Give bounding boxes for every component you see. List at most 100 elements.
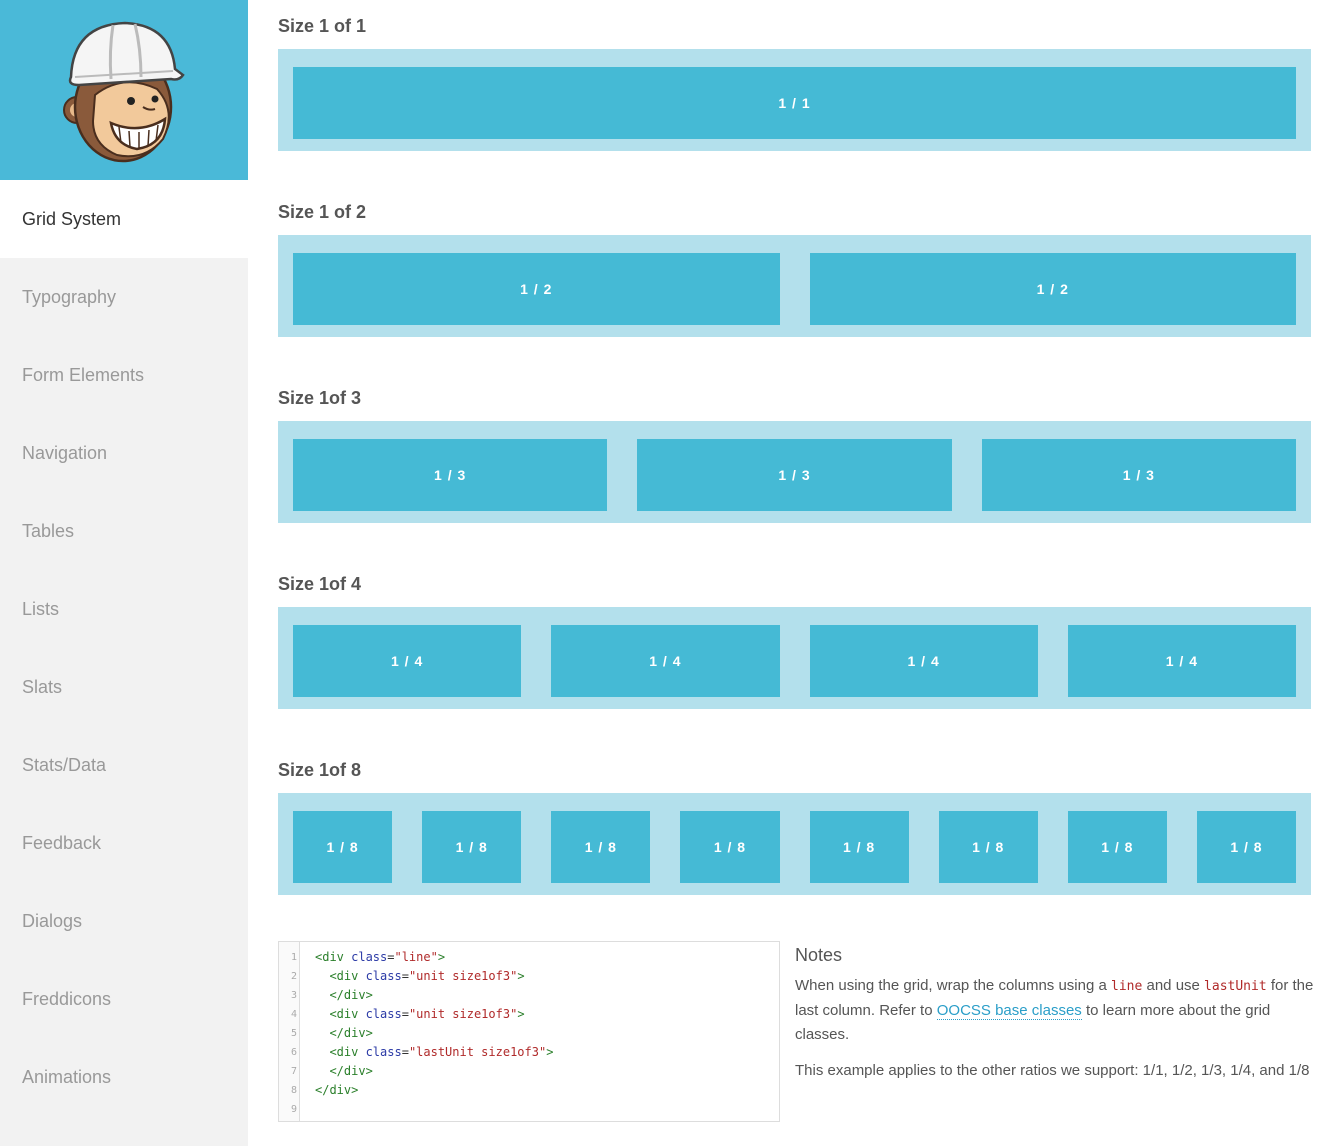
code-token: <div [329, 969, 366, 983]
notes-panel: Notes When using the grid, wrap the colu… [795, 941, 1325, 1083]
oocss-link[interactable]: OOCSS base classes [936, 1002, 1082, 1020]
notes-paragraph-2: This example applies to the other ratios… [795, 1062, 1310, 1079]
sidebar-item-slats[interactable]: Slats [0, 648, 248, 726]
code-line: 6 <div class="lastUnit size1of3"> [279, 1043, 779, 1062]
grid-unit: 1 / 8 [422, 811, 522, 883]
code-token: class [351, 950, 388, 964]
code-token: "unit size1of3" [408, 969, 518, 983]
code-token: <div [329, 1007, 366, 1021]
sidebar-item-tables[interactable]: Tables [0, 492, 248, 570]
sidebar-item-animations[interactable]: Animations [0, 1038, 248, 1116]
grid-section-2: Size 1 of 2 1 / 2 1 / 2 [278, 200, 1312, 337]
code-example: 1 <div class="line"> 2 <div class="unit si… [278, 941, 780, 1122]
sidebar-item-form-elements[interactable]: Form Elements [0, 336, 248, 414]
section-title: Size 1of 3 [278, 388, 362, 408]
code-line: 3 </div> [279, 986, 779, 1005]
sidebar-nav: Grid System Typography Form Elements Naviga… [0, 180, 248, 1116]
code-token: > [546, 1045, 554, 1059]
code-token: <div [329, 1045, 366, 1059]
code-line: 9 [279, 1100, 779, 1119]
sidebar-item-feedback[interactable]: Feedback [0, 804, 248, 882]
code-line: 4 <div class="unit size1of3"> [279, 1005, 779, 1024]
code-source: </div> [315, 1062, 373, 1081]
notes-text: When using the grid, wrap the columns us… [795, 977, 1112, 994]
code-line: 5 </div> [279, 1024, 779, 1043]
sidebar-item-freddicons[interactable]: Freddicons [0, 960, 248, 1038]
code-source: </div> [315, 1024, 373, 1043]
sidebar-item-lists[interactable]: Lists [0, 570, 248, 648]
code-token: </div> [329, 1064, 373, 1078]
code-token: "line" [394, 950, 438, 964]
line-number: 2 [290, 971, 297, 982]
section-title: Size 1of 8 [278, 760, 362, 780]
grid-unit: 1 / 8 [551, 811, 651, 883]
grid-unit: 1 / 1 [293, 67, 1296, 139]
section-title: Size 1of 4 [278, 574, 362, 594]
code-source: </div> [315, 1081, 358, 1100]
section-title: Size 1 of 1 [278, 16, 367, 36]
grid-section-3: Size 1of 3 1 / 3 1 / 3 1 / 3 [278, 386, 1312, 523]
code-source: </div> [315, 986, 373, 1005]
grid-unit: 1 / 8 [1067, 811, 1167, 883]
sidebar-item-grid-system[interactable]: Grid System [0, 180, 248, 258]
grid-unit: 1 / 8 [938, 811, 1038, 883]
grid-unit: 1 / 4 [1067, 625, 1296, 697]
code-token: </div> [329, 1026, 373, 1040]
grid-row: 1 / 3 1 / 3 1 / 3 [278, 421, 1311, 523]
code-token: "unit size1of3" [408, 1007, 518, 1021]
notes-text: and use [1142, 977, 1205, 994]
grid-unit: 1 / 4 [809, 625, 1038, 697]
code-source: <div class="line"> [315, 948, 445, 967]
code-source: <div class="lastUnit size1of3"> [315, 1043, 553, 1062]
sidebar-item-typography[interactable]: Typography [0, 258, 248, 336]
code-token: </div> [315, 1083, 359, 1097]
grid-unit: 1 / 4 [551, 625, 780, 697]
grid-unit: 1 / 2 [293, 253, 780, 325]
line-number: 1 [290, 952, 297, 963]
grid-section-4: Size 1of 4 1 / 4 1 / 4 1 / 4 1 / 4 [278, 572, 1312, 709]
code-token: = [401, 1007, 409, 1021]
grid-row: 1 / 8 1 / 8 1 / 8 1 / 8 1 / 8 1 / 8 1 / 8 1 / 8 [278, 793, 1311, 895]
grid-unit: 1 / 8 [809, 811, 909, 883]
code-token: > [437, 950, 446, 964]
grid-unit: 1 / 2 [809, 253, 1296, 325]
code-lastunit-keyword: lastUnit [1204, 979, 1267, 994]
code-line-keyword: line [1111, 979, 1143, 994]
grid-row: 1 / 2 1 / 2 [278, 235, 1311, 337]
freddie-monkey-hardhat-icon [63, 21, 185, 163]
code-token: </div> [329, 988, 373, 1002]
line-number: 6 [290, 1047, 297, 1058]
code-token: = [401, 1045, 409, 1059]
code-line: 8 </div> [279, 1081, 779, 1100]
grid-section-1: Size 1 of 1 1 / 1 [278, 14, 1312, 151]
code-line: 2 <div class="unit size1of3"> [279, 967, 779, 986]
line-number: 9 [290, 1104, 297, 1115]
sidebar: Grid System Typography Form Elements Naviga… [0, 0, 248, 1146]
logo-area [0, 0, 248, 180]
line-number: 4 [290, 1009, 297, 1020]
line-number: 5 [290, 1028, 297, 1039]
grid-row: 1 / 4 1 / 4 1 / 4 1 / 4 [278, 607, 1311, 709]
grid-unit: 1 / 4 [293, 625, 522, 697]
notes-paragraph-1: When using the grid, wrap the columns us… [795, 974, 1325, 1047]
code-token: > [517, 1007, 525, 1021]
grid-unit: 1 / 8 [680, 811, 780, 883]
sidebar-item-dialogs[interactable]: Dialogs [0, 882, 248, 960]
sidebar-item-navigation[interactable]: Navigation [0, 414, 248, 492]
grid-unit: 1 / 8 [293, 811, 393, 883]
sidebar-item-stats-data[interactable]: Stats/Data [0, 726, 248, 804]
code-token: class [365, 1007, 402, 1021]
grid-unit: 1 / 3 [981, 439, 1296, 511]
grid-unit: 1 / 8 [1196, 811, 1296, 883]
notes-title: Notes [795, 945, 843, 965]
grid-section-8: Size 1of 81 / 81 / 81 / 81 / 81 / 81 / 8… [278, 758, 1312, 895]
line-number: 7 [290, 1066, 297, 1077]
grid-row: 1 / 1 [278, 49, 1311, 151]
code-source: <div class="unit size1of3"> [315, 1005, 525, 1024]
code-line: 1 <div class="line"> [279, 948, 779, 967]
